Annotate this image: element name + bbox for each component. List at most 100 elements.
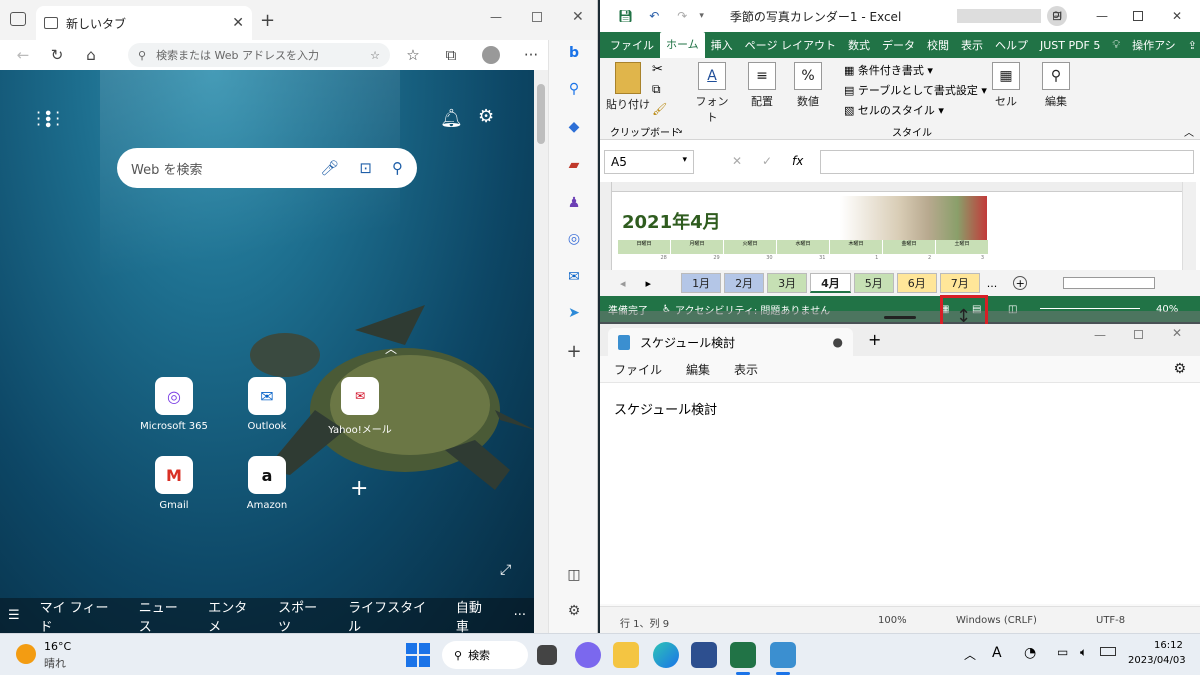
- new-tab-button[interactable]: +: [260, 10, 275, 31]
- menu-formulas[interactable]: 数式: [842, 37, 876, 53]
- format-painter-icon[interactable]: 🖌︎: [652, 102, 667, 116]
- share-icon[interactable]: ⇪: [1182, 39, 1200, 52]
- menu-tell-me[interactable]: 操作アシ: [1126, 37, 1182, 53]
- tile-amazon[interactable]: a Amazon: [227, 456, 307, 511]
- location-icon[interactable]: ▭: [1057, 645, 1068, 659]
- profile-avatar[interactable]: [482, 46, 500, 64]
- sidebar-settings-icon[interactable]: ⚙: [559, 598, 589, 624]
- file-explorer-icon[interactable]: [613, 642, 639, 668]
- clock-app-icon[interactable]: ◔: [1024, 645, 1036, 661]
- microsoft365-icon[interactable]: ◎: [559, 226, 589, 252]
- back-icon[interactable]: ←: [8, 40, 38, 70]
- name-box[interactable]: A5 ▾: [604, 150, 694, 174]
- expand-icon[interactable]: ⤢: [500, 562, 511, 578]
- search-icon[interactable]: ⚲: [559, 76, 589, 102]
- new-tab-button[interactable]: +: [868, 330, 881, 349]
- apps-launcher-icon[interactable]: ·∙· ·∙· ·∙·: [36, 105, 62, 133]
- minimize-button[interactable]: —: [1096, 9, 1108, 23]
- menu-icon[interactable]: ☰: [8, 608, 20, 623]
- menu-just-pdf[interactable]: JUST PDF 5: [1034, 39, 1106, 52]
- edge-browser-icon[interactable]: [653, 642, 679, 668]
- bing-chat-icon[interactable]: b: [559, 40, 589, 66]
- tab-actions-icon[interactable]: [10, 12, 26, 26]
- menu-view[interactable]: 表示: [734, 361, 758, 378]
- maximize-button[interactable]: [532, 12, 542, 22]
- tile-yahoo-mail[interactable]: ✉ Yahoo!メール: [320, 377, 400, 436]
- menu-file[interactable]: ファイル: [604, 37, 660, 53]
- sheet-tab-mar[interactable]: 3月: [767, 273, 808, 293]
- minimize-button[interactable]: —: [490, 10, 502, 24]
- collapse-ribbon-icon[interactable]: ︿: [1184, 124, 1194, 139]
- horizontal-scrollbar[interactable]: [1063, 277, 1156, 289]
- notifications-icon[interactable]: 🔔︎: [440, 108, 463, 129]
- unsaved-dot-icon[interactable]: ●: [833, 335, 843, 349]
- prev-sheet-icon[interactable]: ◂: [620, 277, 626, 290]
- cells-button[interactable]: ▦ セル: [986, 62, 1026, 109]
- cut-icon[interactable]: ✂: [652, 62, 663, 77]
- feed-tab[interactable]: エンタメ: [208, 597, 258, 634]
- feed-tab[interactable]: マイ フィード: [40, 597, 119, 634]
- show-hidden-icons[interactable]: ︿: [964, 646, 976, 663]
- settings-icon[interactable]: ⚙: [1173, 361, 1186, 377]
- weather-icon[interactable]: [16, 644, 36, 664]
- save-icon[interactable]: 💾︎: [618, 9, 633, 23]
- clock-date[interactable]: 2023/04/03: [1128, 655, 1186, 666]
- menu-home[interactable]: ホーム: [660, 32, 705, 58]
- editing-button[interactable]: ⚲ 編集: [1036, 62, 1076, 109]
- start-button[interactable]: [406, 643, 430, 667]
- search-icon[interactable]: ⚲: [392, 159, 403, 177]
- store-icon[interactable]: [691, 642, 717, 668]
- games-icon[interactable]: ♟: [559, 190, 589, 216]
- more-sheets[interactable]: ...: [987, 277, 998, 290]
- maximize-button[interactable]: [1133, 11, 1143, 21]
- formula-input[interactable]: [820, 150, 1194, 174]
- add-favorite-icon[interactable]: ☆: [370, 49, 380, 62]
- menu-insert[interactable]: 挿入: [705, 37, 739, 53]
- feed-tab[interactable]: 自動車: [456, 597, 494, 634]
- copy-icon[interactable]: ⧉: [652, 82, 661, 97]
- edge-scrollbar[interactable]: [534, 70, 548, 633]
- menu-page-layout[interactable]: ページ レイアウト: [739, 37, 842, 53]
- shopping-icon[interactable]: ◆: [559, 114, 589, 140]
- enter-icon[interactable]: ✓: [762, 154, 772, 168]
- weather-temp[interactable]: 16°C: [44, 640, 71, 653]
- add-sidebar-app-icon[interactable]: +: [559, 338, 589, 364]
- home-icon[interactable]: ⌂: [76, 40, 106, 70]
- close-window-button[interactable]: ✕: [1172, 9, 1182, 23]
- ribbon-display-icon[interactable]: ⊟: [1052, 9, 1062, 23]
- close-tab-icon[interactable]: ✕: [232, 15, 244, 31]
- tile-gmail[interactable]: M Gmail: [134, 456, 214, 511]
- number-button[interactable]: % 数値: [788, 62, 828, 109]
- web-search-box[interactable]: Web を検索 🎤︎ ⊡ ⚲: [117, 148, 417, 188]
- snap-divider[interactable]: [600, 311, 1200, 324]
- volume-icon[interactable]: 🔈︎: [1080, 645, 1087, 660]
- visual-search-icon[interactable]: ⊡: [359, 159, 372, 177]
- telegram-icon[interactable]: ➤: [559, 300, 589, 326]
- format-as-table-button[interactable]: ▤ テーブルとして書式設定 ▾: [844, 82, 987, 98]
- menu-data[interactable]: データ: [876, 37, 921, 53]
- minimize-button[interactable]: —: [1094, 328, 1106, 342]
- vertical-scrollbar[interactable]: [1182, 182, 1196, 270]
- refresh-icon[interactable]: ↻: [42, 40, 72, 70]
- divider-handle[interactable]: [884, 316, 916, 319]
- paste-button[interactable]: 貼り付け: [606, 62, 650, 112]
- menu-review[interactable]: 校閲: [921, 37, 955, 53]
- tile-outlook[interactable]: ✉ Outlook: [227, 377, 307, 432]
- settings-icon[interactable]: ⚙: [478, 106, 494, 127]
- feed-tab[interactable]: ライフスタイル: [348, 597, 436, 634]
- undo-icon[interactable]: ↶: [649, 9, 659, 23]
- maximize-button[interactable]: [1134, 330, 1143, 339]
- sheet-tab-apr[interactable]: 4月: [810, 273, 851, 293]
- more-menu-icon[interactable]: ···: [516, 40, 546, 70]
- favorites-icon[interactable]: ☆: [398, 40, 428, 70]
- sheet-tab-jun[interactable]: 6月: [896, 273, 937, 293]
- menu-help[interactable]: ヘルプ: [989, 37, 1034, 53]
- feed-tab[interactable]: ニュース: [139, 597, 189, 634]
- close-window-button[interactable]: ✕: [1172, 326, 1182, 340]
- battery-icon[interactable]: [1100, 647, 1116, 656]
- sheet-tab-jul[interactable]: 7月: [939, 273, 980, 293]
- excel-app-icon[interactable]: [730, 642, 756, 668]
- task-view-icon[interactable]: [537, 645, 557, 665]
- redo-icon[interactable]: ↷: [677, 9, 687, 23]
- clock-time[interactable]: 16:12: [1154, 640, 1183, 651]
